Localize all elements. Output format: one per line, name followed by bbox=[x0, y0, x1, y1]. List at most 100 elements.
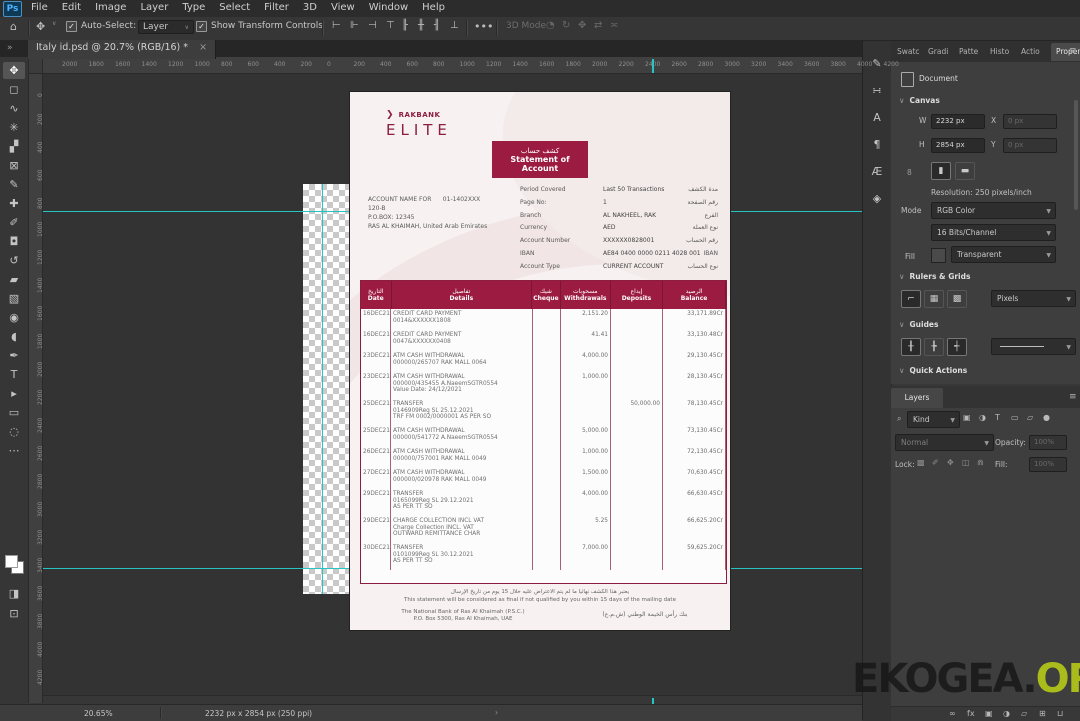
distribute-vertical-icon[interactable]: ⊥ bbox=[450, 20, 459, 31]
bit-depth-dropdown[interactable]: 16 Bits/Channel ▼ bbox=[931, 224, 1056, 241]
guides-toggle-icon[interactable]: ╂ bbox=[901, 338, 921, 356]
healing-brush-tool-icon[interactable]: ✚ bbox=[3, 195, 25, 212]
menu-help[interactable]: Help bbox=[415, 0, 452, 13]
move-tool-preset-icon[interactable]: ✥ bbox=[36, 20, 45, 33]
menu-layer[interactable]: Layer bbox=[133, 0, 175, 13]
lock-position-icon[interactable]: ✥ bbox=[947, 458, 954, 467]
dodge-tool-icon[interactable]: ◖ bbox=[3, 328, 25, 345]
show-transform-controls-checkbox[interactable]: ✓ Show Transform Controls bbox=[196, 21, 323, 32]
3d-slide-icon[interactable]: ⇄ bbox=[594, 20, 602, 31]
toolbar-collapse-icon[interactable]: » bbox=[7, 43, 13, 53]
menu-view[interactable]: View bbox=[324, 0, 362, 13]
grid-toggle-icon[interactable]: ▦ bbox=[924, 290, 944, 308]
tab-actio[interactable]: Actio bbox=[1021, 47, 1040, 56]
gradient-tool-icon[interactable]: ▧ bbox=[3, 290, 25, 307]
zoom-level[interactable]: 20.65% bbox=[84, 709, 113, 718]
filter-type-layers-icon[interactable]: T bbox=[995, 413, 1000, 422]
filter-smart-objects-icon[interactable]: ▱ bbox=[1027, 413, 1033, 422]
fill-swatch[interactable] bbox=[931, 248, 946, 263]
panel-menu-icon[interactable]: ≡ bbox=[1069, 392, 1077, 402]
tab-gradi[interactable]: Gradi bbox=[928, 47, 948, 56]
3d-camera-icon[interactable]: ≍ bbox=[610, 20, 618, 31]
transparent-canvas-area[interactable] bbox=[303, 184, 350, 594]
path-select-tool-icon[interactable]: ▸ bbox=[3, 385, 25, 402]
screen-mode-icon[interactable]: ⊡ bbox=[3, 605, 25, 622]
paragraph-panel-icon[interactable]: ¶ bbox=[867, 135, 887, 155]
menu-file[interactable]: File bbox=[24, 0, 55, 13]
guide-style-dropdown[interactable]: ▼ bbox=[991, 338, 1076, 355]
menu-filter[interactable]: Filter bbox=[257, 0, 296, 13]
lock-artboard-icon[interactable]: ◫ bbox=[962, 458, 970, 467]
rulers-grids-section-header[interactable]: ∨ Rulers & Grids bbox=[899, 272, 970, 281]
distribute-left-icon[interactable]: ╟ bbox=[402, 20, 408, 31]
lock-guides-icon[interactable]: ╊ bbox=[924, 338, 944, 356]
distribute-center-icon[interactable]: ╫ bbox=[418, 20, 424, 31]
new-layer-icon[interactable]: ⊞ bbox=[1039, 709, 1046, 718]
tool-presets-panel-icon[interactable]: ∺ bbox=[867, 81, 887, 101]
distribute-right-icon[interactable]: ╢ bbox=[434, 20, 440, 31]
document-tab[interactable]: Italy id.psd @ 20.7% (RGB/16) * × bbox=[28, 40, 217, 59]
crop-tool-icon[interactable]: ▞ bbox=[3, 138, 25, 155]
statement-document-page[interactable]: ❯ RAKBANK ELITE كشف حساب Statement of Ac… bbox=[350, 92, 730, 630]
tab-layers[interactable]: Layers bbox=[891, 388, 943, 408]
auto-select-target-dropdown[interactable]: Layer ∨ bbox=[138, 20, 194, 34]
vertical-guide[interactable] bbox=[322, 184, 323, 594]
lasso-tool-icon[interactable]: ∿ bbox=[3, 100, 25, 117]
height-input[interactable]: 2854 px bbox=[931, 138, 985, 153]
clone-stamp-tool-icon[interactable]: ◘ bbox=[3, 233, 25, 250]
menu-image[interactable]: Image bbox=[88, 0, 133, 13]
type-tool-icon[interactable]: T bbox=[3, 366, 25, 383]
more-options-icon[interactable]: ••• bbox=[474, 20, 493, 33]
frame-tool-icon[interactable]: ⊠ bbox=[3, 157, 25, 174]
align-top-edges-icon[interactable]: ⊤ bbox=[386, 20, 395, 31]
color-swatches[interactable] bbox=[5, 555, 24, 574]
pen-tool-icon[interactable]: ✒ bbox=[3, 347, 25, 364]
3d-orbit-icon[interactable]: ◔ bbox=[546, 20, 555, 31]
glyphs-panel-icon[interactable]: Æ bbox=[867, 162, 887, 182]
lock-pixels-icon[interactable]: ✐ bbox=[932, 458, 939, 467]
new-group-icon[interactable]: ▱ bbox=[1021, 709, 1027, 718]
lock-transparency-icon[interactable]: ▩ bbox=[917, 458, 925, 467]
link-layers-icon[interactable]: ∞ bbox=[949, 709, 956, 718]
status-chevron-icon[interactable]: › bbox=[495, 708, 498, 717]
tab-swatc[interactable]: Swatc bbox=[897, 47, 920, 56]
menu-3d[interactable]: 3D bbox=[296, 0, 324, 13]
lock-all-icon[interactable]: ⋒ bbox=[977, 458, 984, 467]
3d-roll-icon[interactable]: ↻ bbox=[562, 20, 570, 31]
home-icon[interactable]: ⌂ bbox=[10, 20, 17, 33]
foreground-color-swatch[interactable] bbox=[5, 555, 18, 568]
fill-dropdown[interactable]: Transparent ▼ bbox=[951, 246, 1056, 263]
horizontal-ruler[interactable]: 2000 1800 1600 1400 1200 1000 800 600 400 200 0 200… bbox=[28, 57, 899, 74]
history-brush-tool-icon[interactable]: ↺ bbox=[3, 252, 25, 269]
layer-mask-icon[interactable]: ▣ bbox=[985, 709, 993, 718]
align-left-edges-icon[interactable]: ⊢ bbox=[332, 20, 341, 31]
more-tools-icon[interactable]: ⋯ bbox=[3, 442, 25, 459]
panel-menu-icon[interactable]: ≡ bbox=[1069, 46, 1077, 56]
guides-section-header[interactable]: ∨ Guides bbox=[899, 320, 939, 329]
menu-select[interactable]: Select bbox=[212, 0, 257, 13]
eyedropper-tool-icon[interactable]: ✎ bbox=[3, 176, 25, 193]
menu-type[interactable]: Type bbox=[175, 0, 212, 13]
auto-select-checkbox[interactable]: ✓ Auto-Select: bbox=[66, 21, 136, 32]
tab-histo[interactable]: Histo bbox=[990, 47, 1009, 56]
menu-window[interactable]: Window bbox=[362, 0, 415, 13]
ruler-units-dropdown[interactable]: Pixels ▼ bbox=[991, 290, 1076, 307]
portrait-orientation-icon[interactable]: ▮ bbox=[931, 162, 951, 180]
ruler-toggle-icon[interactable]: ⌐ bbox=[901, 290, 921, 308]
adjustment-layer-icon[interactable]: ◑ bbox=[1003, 709, 1010, 718]
align-right-edges-icon[interactable]: ⊣ bbox=[368, 20, 377, 31]
menu-edit[interactable]: Edit bbox=[55, 0, 88, 13]
brush-tool-icon[interactable]: ✐ bbox=[3, 214, 25, 231]
shape-tool-icon[interactable]: ▭ bbox=[3, 404, 25, 421]
marquee-tool-icon[interactable]: ◻ bbox=[3, 81, 25, 98]
vertical-ruler[interactable]: 0 200 400 600 800 1000 1200 1400 1600 1800 2000 220… bbox=[28, 73, 44, 703]
close-tab-icon[interactable]: × bbox=[199, 42, 207, 53]
chevron-down-icon[interactable]: ∨ bbox=[52, 20, 56, 27]
libraries-panel-icon[interactable]: ◈ bbox=[867, 189, 887, 209]
zoom-tool-icon[interactable]: ◌ bbox=[3, 423, 25, 440]
landscape-orientation-icon[interactable]: ▬ bbox=[955, 162, 975, 180]
width-input[interactable]: 2232 px bbox=[931, 114, 985, 129]
canvas-section-header[interactable]: ∨ Canvas bbox=[899, 96, 940, 105]
filter-shape-layers-icon[interactable]: ▭ bbox=[1011, 413, 1019, 422]
tab-patte[interactable]: Patte bbox=[959, 47, 978, 56]
